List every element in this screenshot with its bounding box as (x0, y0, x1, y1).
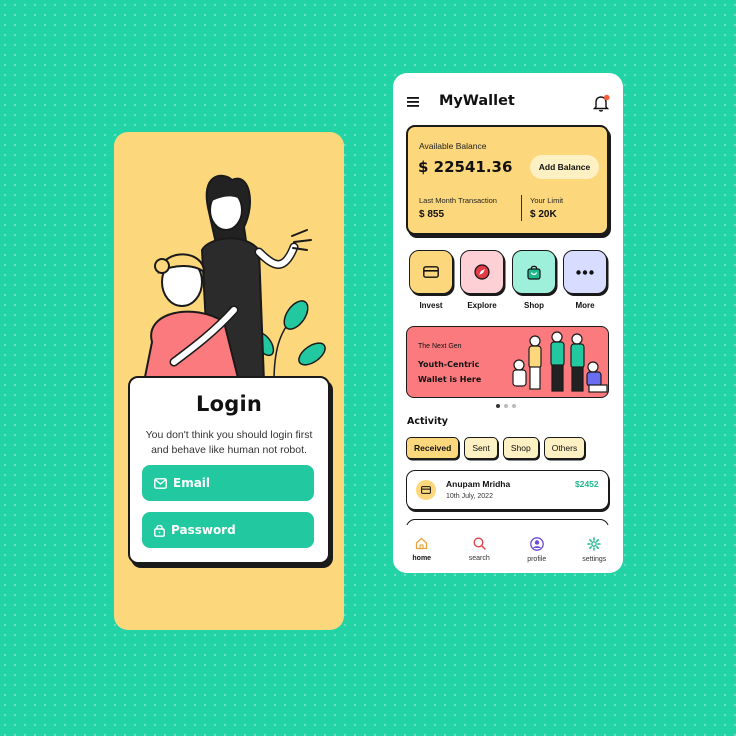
nav-settings[interactable]: settings (574, 537, 614, 563)
nav-home[interactable]: home (402, 537, 442, 562)
card-icon (416, 480, 436, 500)
carousel-dot[interactable] (496, 404, 500, 408)
carousel-dots[interactable] (496, 404, 516, 408)
login-screen: Login You don't think you should login f… (114, 132, 344, 630)
balance-card: Available Balance $ 22541.36 Add Balance… (406, 125, 609, 235)
nav-search[interactable]: search (459, 537, 499, 562)
filter-sent[interactable]: Sent (464, 437, 498, 459)
transaction-name: Anupam Mridha (446, 479, 511, 489)
quick-action-explore[interactable]: Explore (460, 250, 504, 310)
transaction-amount: $2452 (575, 479, 599, 489)
banner-small-text: The Next Gen (418, 343, 462, 350)
quick-action-invest[interactable]: Invest (409, 250, 453, 310)
activity-filters: Received Sent Shop Others (406, 437, 586, 459)
password-label: Password (171, 523, 236, 537)
email-label: Email (173, 476, 211, 490)
nav-home-label: home (412, 555, 432, 562)
app-title: MyWallet (439, 93, 515, 109)
limit-label: Your Limit (530, 196, 564, 205)
home-icon (416, 537, 428, 550)
menu-icon[interactable] (407, 97, 419, 107)
people-illustration (142, 174, 326, 383)
group-illustration (512, 331, 608, 393)
mail-icon (154, 477, 167, 489)
gear-icon (587, 537, 601, 551)
login-subtitle: You don't think you should login first a… (145, 429, 313, 456)
email-button[interactable]: Email (142, 465, 314, 501)
quick-action-label: Shop (524, 301, 544, 310)
quick-action-label: Explore (467, 301, 497, 310)
nav-search-label: search (468, 555, 490, 562)
limit-value: $ 20K (530, 209, 557, 220)
quick-action-more[interactable]: More (563, 250, 607, 310)
carousel-dot[interactable] (512, 404, 516, 408)
activity-title: Activity (407, 416, 448, 427)
balance-label: Available Balance (419, 141, 487, 151)
login-card: Login You don't think you should login f… (128, 376, 330, 564)
nav-profile-label: profile (527, 556, 547, 563)
wallet-screen: MyWallet Available Balance $ 22541.36 Ad… (393, 73, 623, 573)
password-button[interactable]: Password (142, 512, 314, 548)
balance-divider (521, 195, 522, 221)
card-icon (423, 266, 439, 278)
nav-settings-label: settings (582, 556, 607, 563)
more-icon (576, 269, 594, 275)
search-icon (473, 537, 486, 550)
quick-action-label: More (575, 301, 595, 310)
last-month-value: $ 855 (419, 209, 445, 220)
compass-icon (474, 264, 490, 280)
bell-icon[interactable] (593, 94, 610, 112)
carousel-dot[interactable] (504, 404, 508, 408)
add-balance-button[interactable]: Add Balance (530, 155, 599, 179)
promo-banner[interactable]: The Next Gen Youth-Centric Wallet is Her… (406, 326, 609, 398)
quick-action-label: Invest (419, 301, 443, 310)
banner-headline: Youth-Centric Wallet is Here (418, 360, 482, 384)
filter-others[interactable]: Others (543, 437, 586, 459)
login-title: Login (196, 392, 262, 416)
filter-received[interactable]: Received (406, 437, 460, 459)
balance-value: $ 22541.36 (418, 158, 513, 176)
last-month-label: Last Month Transaction (419, 196, 497, 205)
bag-icon (527, 265, 541, 280)
top-bar: MyWallet (393, 73, 623, 125)
lock-icon (154, 524, 165, 537)
transaction-item[interactable]: Anupam Mridha 10th July, 2022 $2452 (406, 470, 609, 510)
filter-shop[interactable]: Shop (502, 437, 539, 459)
bottom-nav: home search profile settings (393, 525, 623, 573)
nav-profile[interactable]: profile (517, 537, 557, 563)
quick-action-shop[interactable]: Shop (512, 250, 556, 310)
transaction-date: 10th July, 2022 (446, 493, 493, 500)
profile-icon (529, 537, 544, 551)
